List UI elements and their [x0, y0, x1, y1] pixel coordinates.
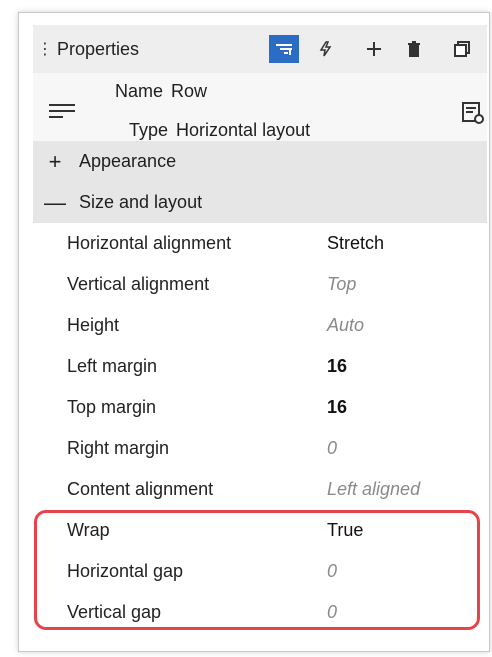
collapse-icon: — [44, 189, 66, 215]
section-label: Appearance [79, 151, 177, 171]
type-row: Type Horizontal layout [129, 120, 310, 141]
property-label: Left margin [67, 356, 158, 376]
type-label: Type [129, 120, 169, 140]
property-value[interactable]: Stretch [327, 233, 384, 254]
name-row: Name Row [115, 81, 207, 102]
property-label: Horizontal gap [67, 561, 184, 581]
property-value[interactable]: Auto [327, 315, 364, 336]
plus-icon [367, 42, 381, 56]
property-value[interactable]: 0 [327, 602, 337, 623]
property-row[interactable]: Top margin 16 [33, 387, 487, 428]
properties-panel: ⋮ Properties Name Row Type Horizontal la… [18, 12, 490, 652]
copy-icon [454, 41, 470, 57]
property-label: Wrap [67, 520, 110, 540]
panel-title: Properties [57, 38, 140, 59]
section-size-and-layout[interactable]: — Size and layout [33, 182, 487, 223]
property-row[interactable]: Horizontal alignment Stretch [33, 223, 487, 264]
type-value: Horizontal layout [176, 120, 311, 140]
property-row[interactable]: Horizontal gap 0 [33, 551, 487, 592]
section-label: Size and layout [79, 192, 203, 212]
expand-icon: + [48, 148, 62, 174]
component-settings-icon[interactable] [461, 101, 485, 125]
name-label: Name [115, 81, 164, 101]
property-label: Height [67, 315, 120, 335]
property-label: Right margin [67, 438, 170, 458]
property-label: Vertical alignment [67, 274, 210, 294]
name-value: Row [171, 81, 208, 101]
property-label: Vertical gap [67, 602, 162, 622]
properties-tab-button[interactable] [269, 35, 299, 63]
lightning-icon [319, 41, 332, 57]
property-value[interactable]: 16 [327, 397, 347, 418]
property-value[interactable]: 16 [327, 356, 347, 377]
delete-button[interactable] [399, 35, 429, 63]
row-layout-icon [49, 104, 75, 118]
property-label: Top margin [67, 397, 157, 417]
property-value[interactable]: True [327, 520, 363, 541]
property-row[interactable]: Vertical alignment Top [33, 264, 487, 305]
property-label: Horizontal alignment [67, 233, 232, 253]
property-label: Content alignment [67, 479, 214, 499]
property-row[interactable]: Content alignment Left aligned [33, 469, 487, 510]
property-row[interactable]: Vertical gap 0 [33, 592, 487, 633]
list-filter-icon [276, 44, 292, 55]
drag-handle-icon[interactable]: ⋮ [37, 39, 53, 59]
property-value[interactable]: 0 [327, 561, 337, 582]
trash-icon [408, 41, 420, 57]
property-value[interactable]: Left aligned [327, 479, 420, 500]
property-row[interactable]: Left margin 16 [33, 346, 487, 387]
add-button[interactable] [359, 35, 389, 63]
section-appearance[interactable]: + Appearance [33, 141, 487, 182]
property-row[interactable]: Wrap True [33, 510, 487, 551]
property-value[interactable]: 0 [327, 438, 337, 459]
property-value[interactable]: Top [327, 274, 356, 295]
property-row[interactable]: Height Auto [33, 305, 487, 346]
events-tab-button[interactable] [311, 35, 341, 63]
properties-toolbar: ⋮ Properties [33, 25, 487, 73]
copy-button[interactable] [447, 35, 477, 63]
property-row[interactable]: Right margin 0 [33, 428, 487, 469]
